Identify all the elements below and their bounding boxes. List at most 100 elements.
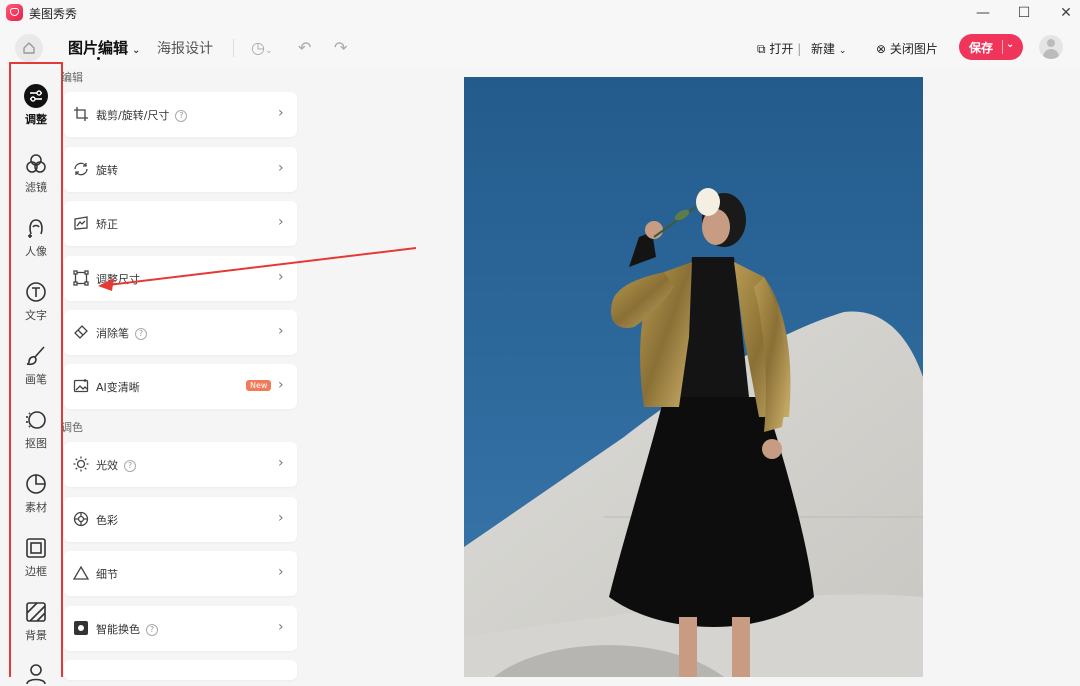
rail-item-background[interactable]: 背景 [11, 600, 61, 643]
history-icon[interactable]: ◷⌄ [251, 38, 273, 57]
help-icon[interactable]: ? [175, 110, 188, 122]
toolbar-divider [233, 39, 234, 57]
rail-item-more[interactable] [11, 662, 61, 686]
avatar[interactable] [1039, 35, 1063, 59]
chevron-right-icon: › [278, 160, 284, 176]
tab-poster-design[interactable]: 海报设计 [157, 38, 213, 58]
smart-color-icon [74, 621, 88, 635]
help-icon[interactable]: ? [124, 460, 136, 472]
frame-icon [26, 538, 46, 558]
tool-rail: 调整 滤镜 人像 文字 画笔 抠图 素材 边框 背景 [9, 62, 63, 685]
chevron-right-icon: › [278, 510, 284, 526]
rail-label: 抠图 [25, 437, 47, 450]
rail-item-frame[interactable]: 边框 [11, 536, 61, 579]
chevron-right-icon: › [278, 564, 284, 580]
tab-image-edit[interactable]: 图片编辑 ⌄ [68, 37, 140, 58]
chevron-right-icon: › [278, 105, 284, 121]
new-button[interactable]: 新建 ⌄ [811, 40, 846, 57]
light-icon [73, 456, 89, 472]
panel-item-resize[interactable]: 调整尺寸 › [64, 256, 297, 301]
home-icon [23, 42, 35, 54]
sticker-icon [26, 474, 46, 494]
open-button[interactable]: ⧉ 打开 | [757, 40, 801, 57]
maximize-button[interactable]: ☐ [1009, 3, 1039, 23]
panel-item-label: 色彩 [96, 514, 118, 527]
section-title-edit: 编辑 [61, 71, 83, 84]
panel-item-partial[interactable] [64, 660, 297, 680]
panel-item-label: AI变清晰 [96, 381, 140, 394]
new-label: 新建 [811, 42, 836, 56]
help-icon[interactable]: ? [146, 624, 158, 636]
panel-item-label: 细节 [96, 568, 118, 581]
panel-item-correct[interactable]: 矫正 › [64, 201, 297, 246]
resize-icon [73, 270, 89, 286]
minimize-button[interactable]: — [968, 3, 998, 23]
rotate-icon [74, 162, 88, 176]
panel-item-eraser[interactable]: 消除笔? › [64, 310, 297, 355]
save-dropdown-icon[interactable]: ⌄ [1006, 39, 1014, 50]
portrait-icon [28, 219, 43, 238]
new-badge: New [246, 380, 272, 391]
panel-item-light[interactable]: 光效? › [64, 442, 297, 487]
chevron-right-icon: › [278, 214, 284, 230]
rail-item-brush[interactable]: 画笔 [11, 344, 61, 387]
crop-icon [74, 107, 88, 121]
correct-icon [74, 216, 88, 230]
panel-item-crop[interactable]: 裁剪/旋转/尺寸? › [64, 92, 297, 137]
panel-item-ai-sharpen[interactable]: AI变清晰 New › [64, 364, 297, 409]
help-icon[interactable]: ? [135, 328, 147, 340]
panel-item-label: 智能换色 [96, 623, 140, 636]
rail-item-portrait[interactable]: 人像 [11, 216, 61, 259]
panel-item-label: 调整尺寸 [96, 273, 140, 286]
tab-indicator [97, 57, 100, 60]
rail-label: 滤镜 [25, 181, 47, 194]
cutout-icon [26, 411, 46, 429]
detail-icon [73, 565, 89, 580]
chevron-right-icon: › [278, 377, 284, 393]
panel-item-label: 光效 [96, 459, 118, 472]
rail-label: 人像 [25, 245, 47, 258]
rail-label: 背景 [25, 629, 47, 642]
panel-item-rotate[interactable]: 旋转 › [64, 147, 297, 192]
photo [464, 77, 923, 677]
rail-label: 画笔 [25, 373, 47, 386]
rail-item-cutout[interactable]: 抠图 [11, 408, 61, 451]
panel-item-label: 矫正 [96, 218, 118, 231]
filter-icon [26, 154, 46, 173]
rail-item-text[interactable]: 文字 [11, 280, 61, 323]
open-file-icon: ⧉ [757, 42, 766, 56]
text-icon [26, 282, 46, 302]
color-icon [73, 511, 89, 527]
chevron-down-icon: ⌄ [838, 46, 847, 56]
eraser-icon [74, 325, 88, 339]
panel-item-label: 旋转 [96, 164, 118, 177]
brush-icon [26, 346, 45, 366]
rail-item-adjust[interactable]: 调整 [11, 84, 61, 127]
panel-item-detail[interactable]: 细节 › [64, 551, 297, 596]
panel-item-label: 裁剪/旋转/尺寸 [96, 109, 170, 122]
undo-icon[interactable]: ↶ [298, 38, 311, 57]
app-logo [6, 4, 23, 21]
chevron-down-icon: ⌄ [132, 45, 141, 56]
panel-item-smart-color[interactable]: 智能换色? › [64, 606, 297, 651]
toolbar: 图片编辑 ⌄ 海报设计 ◷⌄ ↶ ↷ ⧉ 打开 | 新建 ⌄ ⊗ 关闭图片 保存 … [0, 26, 1080, 68]
section-title-color: 调色 [61, 421, 83, 434]
redo-icon[interactable]: ↷ [334, 38, 347, 57]
close-image-label: 关闭图片 [889, 42, 938, 56]
home-button[interactable] [15, 34, 43, 62]
close-image-button[interactable]: ⊗ 关闭图片 [876, 40, 938, 57]
save-button[interactable]: 保存 ⌄ [959, 34, 1023, 60]
adjust-icon [24, 84, 48, 108]
rail-label: 素材 [25, 501, 47, 514]
close-window-button[interactable]: ✕ [1051, 3, 1080, 23]
panel-item-color[interactable]: 色彩 › [64, 497, 297, 542]
save-label: 保存 [969, 41, 994, 55]
rail-item-filter[interactable]: 滤镜 [11, 152, 61, 195]
image-canvas[interactable] [464, 77, 923, 677]
save-divider [1002, 40, 1003, 54]
ai-sharpen-icon [73, 379, 89, 393]
rail-item-sticker[interactable]: 素材 [11, 472, 61, 515]
tab-image-edit-label: 图片编辑 [68, 39, 129, 57]
title-bar: 美图秀秀 — ☐ ✕ [0, 0, 1080, 26]
rail-label: 文字 [25, 309, 47, 322]
